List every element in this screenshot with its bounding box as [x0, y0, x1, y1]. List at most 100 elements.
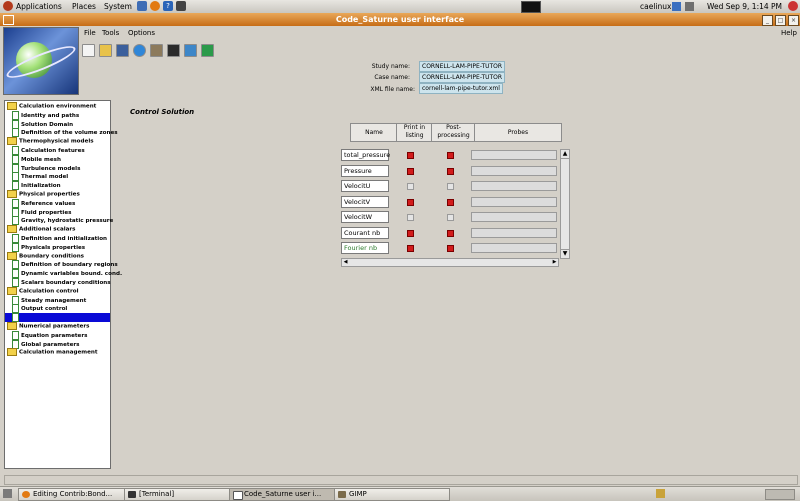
launcher-icon[interactable]: [137, 1, 147, 11]
tree-item[interactable]: Initialization: [5, 181, 110, 191]
post-processing-checkbox[interactable]: [447, 152, 454, 159]
horizontal-scrollbar[interactable]: ◀ ▶: [341, 258, 559, 267]
tree-item[interactable]: Gravity, hydrostatic pressure: [5, 216, 113, 226]
tree-item[interactable]: Turbulence models: [5, 163, 110, 173]
header-name[interactable]: Name: [350, 123, 398, 142]
probes-field[interactable]: [471, 181, 557, 191]
post-processing-checkbox[interactable]: [447, 198, 454, 206]
post-processing-checkbox[interactable]: [447, 245, 454, 252]
help-menu[interactable]: Help: [781, 29, 797, 37]
power-icon[interactable]: [788, 1, 798, 11]
help-icon[interactable]: ?: [163, 1, 173, 11]
header-print-in-listing[interactable]: Print in listing: [396, 123, 433, 142]
firefox-icon[interactable]: [150, 1, 160, 11]
post-processing-checkbox[interactable]: [447, 214, 454, 221]
probes-field[interactable]: [471, 150, 557, 160]
tree-item[interactable]: Fluid properties: [5, 207, 110, 217]
tree-item[interactable]: Solution Domain: [5, 119, 110, 129]
tree-item[interactable]: Thermophysical models: [5, 137, 110, 146]
workspace-switcher-bottom[interactable]: [765, 489, 795, 500]
applications-menu[interactable]: Applications: [16, 1, 62, 12]
post-processing-checkbox[interactable]: [447, 229, 454, 237]
variable-name[interactable]: VelocitV: [341, 195, 389, 208]
print-in-listing-checkbox[interactable]: [407, 183, 414, 190]
system-menu[interactable]: System: [104, 1, 132, 12]
show-desktop-icon[interactable]: [3, 489, 12, 498]
tree-item[interactable]: Thermal model: [5, 172, 110, 182]
scroll-up-icon[interactable]: ▲: [561, 150, 569, 159]
tree-item[interactable]: Reference values: [5, 198, 110, 208]
print-in-listing-checkbox[interactable]: [407, 167, 414, 175]
tree-item[interactable]: [5, 313, 110, 323]
open-folder-icon[interactable]: [99, 44, 112, 57]
clock[interactable]: Wed Sep 9, 1:14 PM: [707, 1, 782, 12]
tree-item[interactable]: Physicals properties: [5, 242, 110, 252]
scroll-right-icon[interactable]: ▶: [551, 259, 558, 266]
tree-item[interactable]: Numerical parameters: [5, 322, 110, 331]
minimize-icon[interactable]: _: [762, 15, 773, 26]
tree-item[interactable]: Additional scalars: [5, 225, 110, 234]
tree-item[interactable]: Definition and initialization: [5, 234, 110, 243]
variable-name[interactable]: VelocitU: [341, 180, 389, 192]
tree-item[interactable]: Scalars boundary conditions: [5, 278, 111, 287]
variable-name[interactable]: total_pressure: [341, 149, 390, 161]
workspace-switcher[interactable]: [521, 1, 541, 13]
tree-item[interactable]: Identity and paths: [5, 110, 110, 120]
options-menu[interactable]: Options: [128, 29, 155, 37]
scroll-left-icon[interactable]: ◀: [342, 259, 349, 266]
task-terminal[interactable]: [Terminal]: [124, 488, 240, 501]
tree-item[interactable]: Calculation management: [5, 348, 110, 357]
globe-icon[interactable]: [133, 44, 146, 57]
probes-field[interactable]: [471, 196, 557, 207]
variable-name[interactable]: Courant nb: [341, 226, 389, 239]
run-icon[interactable]: [184, 44, 197, 57]
task-gimp[interactable]: GIMP: [334, 488, 450, 501]
tree-item[interactable]: Equation parameters: [5, 330, 110, 340]
print-in-listing-checkbox[interactable]: [407, 152, 414, 159]
vertical-scrollbar[interactable]: ▲ ▼: [560, 149, 570, 259]
export-icon[interactable]: [201, 44, 214, 57]
probes-field[interactable]: [471, 243, 557, 253]
tree-item[interactable]: Mobile mesh: [5, 154, 110, 164]
print-in-listing-checkbox[interactable]: [407, 198, 414, 206]
variable-name[interactable]: VelocitW: [341, 211, 389, 223]
tree-item[interactable]: Boundary conditions: [5, 251, 110, 261]
tree-item[interactable]: Physical properties: [5, 190, 110, 199]
probes-field[interactable]: [471, 165, 557, 176]
tree-item[interactable]: Definition of the volume zones: [5, 128, 118, 138]
file-menu[interactable]: File: [84, 29, 96, 37]
tree-item[interactable]: Calculation control: [5, 286, 110, 296]
post-processing-checkbox[interactable]: [447, 183, 454, 190]
variable-name[interactable]: Pressure: [341, 164, 389, 177]
tools-icon[interactable]: [150, 44, 163, 57]
print-in-listing-checkbox[interactable]: [407, 214, 414, 221]
new-file-icon[interactable]: [82, 44, 95, 57]
places-menu[interactable]: Places: [72, 1, 96, 12]
scroll-down-icon[interactable]: ▼: [561, 249, 569, 258]
tray-icon[interactable]: [656, 489, 665, 498]
gnome-foot-icon[interactable]: [3, 1, 13, 11]
save-icon[interactable]: [116, 44, 129, 57]
probes-field[interactable]: [471, 227, 557, 238]
tree-item[interactable]: Output control: [5, 304, 110, 314]
navigation-tree[interactable]: Calculation environment Identity and path…: [4, 100, 122, 469]
tree-item[interactable]: Definition of boundary regions: [5, 260, 118, 270]
probes-field[interactable]: [471, 212, 557, 222]
tree-item[interactable]: Global parameters: [5, 339, 110, 349]
header-post-processing[interactable]: Post-processing: [431, 123, 476, 142]
tree-item[interactable]: Calculation features: [5, 146, 110, 155]
tree-item[interactable]: Calculation environment: [5, 102, 110, 111]
tree-item[interactable]: Steady management: [5, 295, 110, 305]
maximize-icon[interactable]: □: [775, 15, 786, 26]
variable-name[interactable]: Fourier nb: [341, 242, 389, 254]
tools-menu[interactable]: Tools: [102, 29, 119, 37]
close-icon[interactable]: ×: [788, 15, 799, 26]
post-processing-checkbox[interactable]: [447, 167, 454, 175]
terminal-icon[interactable]: [176, 1, 186, 11]
print-in-listing-checkbox[interactable]: [407, 245, 414, 252]
task-code-saturne[interactable]: Code_Saturne user i...: [229, 488, 345, 501]
header-probes[interactable]: Probes: [474, 123, 562, 142]
task-firefox[interactable]: Editing Contrib:Bond...: [18, 488, 134, 501]
tree-item[interactable]: Dynamic variables bound. cond.: [5, 269, 122, 279]
volume-icon[interactable]: [685, 2, 694, 11]
